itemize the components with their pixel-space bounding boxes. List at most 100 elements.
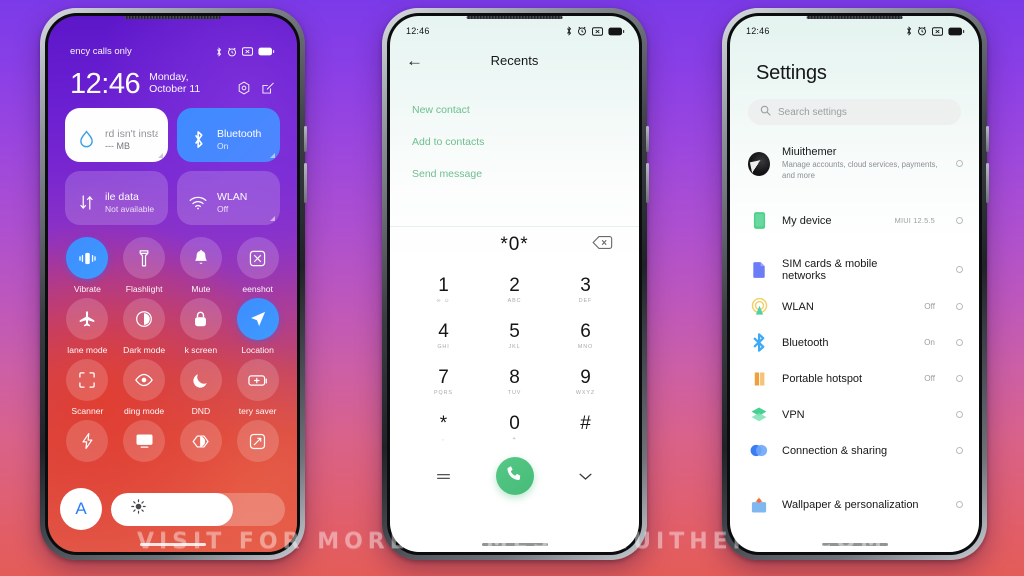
status-time: 12:46 xyxy=(746,26,770,36)
power-button[interactable] xyxy=(304,126,307,152)
dialer-bottom-row xyxy=(390,451,639,501)
bluetooth-icon xyxy=(217,46,222,57)
dial-key-6[interactable]: 6 MNO xyxy=(550,313,621,359)
qs-cast[interactable] xyxy=(117,420,172,467)
qs-rotate[interactable] xyxy=(230,420,285,467)
keypad-toggle-icon[interactable] xyxy=(408,472,479,481)
bluetooth-icon xyxy=(187,130,209,149)
volume-button[interactable] xyxy=(986,163,989,203)
qs-scanner[interactable]: Scanner xyxy=(60,359,115,416)
settings-gear-icon[interactable] xyxy=(237,81,251,95)
tile-mobile-data[interactable]: ile data Not available xyxy=(65,171,168,225)
qs-airplane-mode[interactable]: lane mode xyxy=(60,298,115,355)
dial-key-5[interactable]: 5 JKL xyxy=(479,313,550,359)
status-bar: 12:46 xyxy=(730,16,979,40)
dial-key-4[interactable]: 4 GHI xyxy=(408,313,479,359)
tile-bluetooth[interactable]: Bluetooth On xyxy=(177,108,280,162)
dial-key-3[interactable]: 3 DEF xyxy=(550,267,621,313)
dial-key-hash[interactable]: # xyxy=(550,405,621,451)
divider xyxy=(730,469,979,487)
eye-icon xyxy=(123,359,166,401)
settings-row-sim-cards[interactable]: SIM cards & mobile networks xyxy=(730,251,979,289)
dial-key-7[interactable]: 7 PQRS xyxy=(408,359,479,405)
dial-key-8[interactable]: 8 TUV xyxy=(479,359,550,405)
tile-wlan[interactable]: WLAN Off xyxy=(177,171,280,225)
settings-row-account[interactable]: Miuithemer Manage accounts, cloud servic… xyxy=(730,137,979,191)
quick-settings-grid: Vibrate Flashlight Mute eenshot lane mod… xyxy=(48,225,297,467)
dialer-appbar: ← Recents xyxy=(390,40,639,80)
rotate-icon xyxy=(236,420,279,462)
edit-icon[interactable] xyxy=(261,81,275,95)
phone-dialer: 12:46 ← Recents New contact Add to conta… xyxy=(382,8,649,560)
number-display-row: *0* xyxy=(390,227,639,263)
qs-dark-mode[interactable]: Dark mode xyxy=(117,298,172,355)
tile-wlan-sub: Off xyxy=(217,204,229,214)
qs-reading-mode[interactable]: ding mode xyxy=(117,359,172,416)
tile-corner-handle[interactable] xyxy=(270,153,275,158)
power-button[interactable] xyxy=(986,126,989,152)
auto-brightness-button[interactable]: A xyxy=(60,488,102,530)
tile-corner-handle[interactable] xyxy=(270,216,275,221)
qs-bolt[interactable] xyxy=(60,420,115,467)
home-indicator[interactable] xyxy=(821,543,888,546)
dialer-action-list: New contact Add to contacts Send message xyxy=(390,80,639,190)
settings-row-wlan[interactable]: WLAN Off xyxy=(730,289,979,325)
phone-control-center: ency calls only 12:46 Monday, October 11 xyxy=(40,8,307,560)
clock-row: 12:46 Monday, October 11 xyxy=(70,68,275,101)
volume-button[interactable] xyxy=(304,163,307,203)
qs-mute[interactable]: Mute xyxy=(174,237,229,294)
home-indicator[interactable] xyxy=(139,543,206,546)
home-indicator[interactable] xyxy=(481,543,548,546)
key-sub: PQRS xyxy=(434,390,453,396)
qs-vibrate[interactable]: Vibrate xyxy=(60,237,115,294)
qs-screenshot[interactable]: eenshot xyxy=(230,237,285,294)
account-name: Miuithemer xyxy=(782,146,837,158)
qs-dnd[interactable]: DND xyxy=(174,359,229,416)
backspace-icon[interactable] xyxy=(592,236,613,255)
entered-number[interactable]: *0* xyxy=(500,234,528,256)
dial-key-0[interactable]: 0 + xyxy=(479,405,550,451)
dial-key-9[interactable]: 9 WXYZ xyxy=(550,359,621,405)
settings-row-portable-hotspot[interactable]: Portable hotspot Off xyxy=(730,361,979,397)
search-settings-field[interactable]: Search settings xyxy=(748,99,961,125)
qs-location[interactable]: Location xyxy=(230,298,285,355)
qs-sync[interactable] xyxy=(174,420,229,467)
scanner-icon xyxy=(66,359,109,401)
call-button[interactable] xyxy=(495,457,534,495)
settings-row-connection-sharing[interactable]: Connection & sharing xyxy=(730,433,979,469)
phone1-screen: ency calls only 12:46 Monday, October 11 xyxy=(48,16,297,552)
data-transfer-icon xyxy=(75,194,97,211)
dial-key-star[interactable]: *, xyxy=(408,405,479,451)
action-send-message[interactable]: Send message xyxy=(412,158,617,190)
brightness-slider[interactable] xyxy=(111,492,285,526)
qs-battery-saver[interactable]: tery saver xyxy=(230,359,285,416)
chevron-right-icon xyxy=(956,217,963,224)
bolt-icon xyxy=(66,420,109,462)
action-new-contact[interactable]: New contact xyxy=(412,94,617,126)
key-sub: ABC xyxy=(507,298,522,304)
airplane-icon xyxy=(66,298,109,340)
chevron-down-icon[interactable] xyxy=(550,472,621,481)
dial-key-1[interactable]: 1 ∞ ☺ xyxy=(408,267,479,313)
volume-button[interactable] xyxy=(646,163,649,203)
status-bar: 12:46 xyxy=(390,16,639,40)
qs-flashlight[interactable]: Flashlight xyxy=(117,237,172,294)
earpiece-speaker xyxy=(466,16,563,19)
tile-storage[interactable]: rd isn't install --- MB xyxy=(65,108,168,162)
qs-label: Mute xyxy=(191,284,211,294)
dial-key-2[interactable]: 2 ABC xyxy=(479,267,550,313)
settings-row-bluetooth[interactable]: Bluetooth On xyxy=(730,325,979,361)
key-digit: 1 xyxy=(438,275,449,296)
tile-corner-handle[interactable] xyxy=(158,153,163,158)
settings-row-vpn[interactable]: VPN xyxy=(730,397,979,433)
action-add-to-contacts[interactable]: Add to contacts xyxy=(412,126,617,158)
phone2-bezel: 12:46 ← Recents New contact Add to conta… xyxy=(387,13,642,555)
qs-lock-screen[interactable]: k screen xyxy=(174,298,229,355)
settings-row-my-device[interactable]: My device MIUI 12.5.5 xyxy=(730,203,979,239)
lock-clock: 12:46 xyxy=(70,68,141,101)
wallpaper-icon xyxy=(748,494,770,516)
power-button[interactable] xyxy=(646,126,649,152)
settings-row-wallpaper[interactable]: Wallpaper & personalization xyxy=(730,487,979,523)
battery-plus-icon xyxy=(236,359,279,401)
key-sub: WXYZ xyxy=(575,390,596,396)
